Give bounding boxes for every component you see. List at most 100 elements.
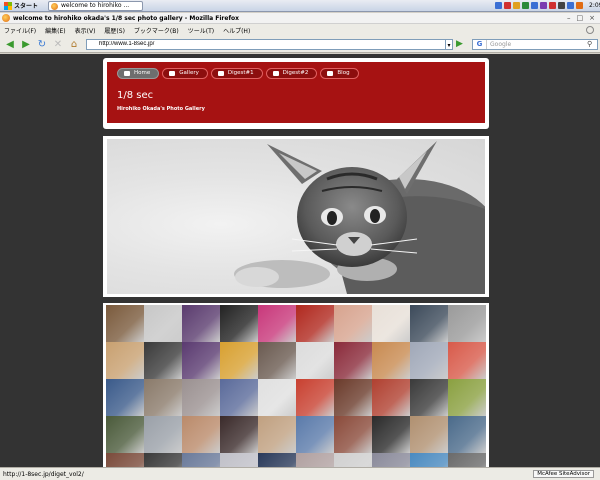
site-tab-home[interactable]: Home bbox=[117, 68, 160, 79]
reload-button[interactable]: ↻ bbox=[34, 37, 50, 51]
url-input[interactable] bbox=[86, 38, 446, 50]
photo-thumbnail[interactable] bbox=[448, 379, 486, 416]
tray-update-icon[interactable] bbox=[513, 2, 520, 9]
start-button[interactable]: スタート bbox=[0, 0, 42, 11]
firefox-icon bbox=[51, 2, 59, 10]
menu-bar: ファイル(F) 編集(E) 表示(V) 履歴(S) ブックマーク(B) ツール(… bbox=[0, 24, 600, 36]
tray-media-icon[interactable] bbox=[540, 2, 547, 9]
site-nav: Home Gallery Digest#1 Digest#2 Blog bbox=[117, 68, 359, 79]
photo-thumbnail[interactable] bbox=[220, 342, 258, 379]
taskbar-firefox-item[interactable]: welcome to hirohiko ... bbox=[48, 0, 144, 11]
photo-thumbnail[interactable] bbox=[410, 453, 448, 467]
photo-thumbnail[interactable] bbox=[106, 305, 144, 342]
hero-kitten-photo[interactable] bbox=[107, 139, 485, 294]
photo-thumbnail[interactable] bbox=[106, 379, 144, 416]
photo-thumbnail[interactable] bbox=[372, 416, 410, 453]
back-button[interactable]: ◀ bbox=[2, 37, 18, 51]
minimize-icon[interactable]: – bbox=[567, 14, 571, 22]
tray-misc-icon[interactable] bbox=[576, 2, 583, 9]
photo-thumbnail[interactable] bbox=[410, 379, 448, 416]
photo-thumbnail[interactable] bbox=[372, 453, 410, 467]
photo-thumbnail[interactable] bbox=[372, 379, 410, 416]
photo-thumbnail[interactable] bbox=[106, 342, 144, 379]
photo-thumbnail[interactable] bbox=[372, 342, 410, 379]
maximize-icon[interactable]: □ bbox=[577, 14, 584, 22]
mcafee-siteadvisor-button[interactable]: McAfee SiteAdvisor bbox=[533, 470, 594, 478]
forward-button[interactable]: ▶ bbox=[18, 37, 34, 51]
menu-view[interactable]: 表示(V) bbox=[75, 26, 96, 35]
site-tab-label: Digest#1 bbox=[227, 70, 254, 76]
menu-help[interactable]: ヘルプ(H) bbox=[223, 26, 250, 35]
tray-network-icon[interactable] bbox=[495, 2, 502, 9]
photo-thumbnail[interactable] bbox=[220, 453, 258, 467]
close-icon[interactable]: × bbox=[589, 14, 595, 22]
photo-thumbnail[interactable] bbox=[182, 342, 220, 379]
photo-thumbnail[interactable] bbox=[448, 416, 486, 453]
menu-bookmarks[interactable]: ブックマーク(B) bbox=[134, 26, 179, 35]
menu-edit[interactable]: 編集(E) bbox=[45, 26, 65, 35]
photo-grid-card bbox=[103, 303, 489, 467]
photo-thumbnail[interactable] bbox=[258, 453, 296, 467]
tray-shield-icon[interactable] bbox=[549, 2, 556, 9]
search-icon[interactable]: ⚲ bbox=[587, 40, 597, 48]
photo-thumbnail[interactable] bbox=[144, 305, 182, 342]
photo-thumbnail[interactable] bbox=[182, 305, 220, 342]
window-titlebar: welcome to hirohiko okada's 1/8 sec phot… bbox=[0, 13, 600, 24]
home-button[interactable]: ⌂ bbox=[66, 37, 82, 51]
tray-ime-icon[interactable] bbox=[567, 2, 574, 9]
photo-thumbnail[interactable] bbox=[334, 416, 372, 453]
photo-thumbnail[interactable] bbox=[334, 453, 372, 467]
stop-button[interactable]: ✕ bbox=[50, 37, 66, 51]
photo-thumbnail[interactable] bbox=[296, 342, 334, 379]
photo-thumbnail[interactable] bbox=[106, 453, 144, 467]
page-content[interactable]: Home Gallery Digest#1 Digest#2 Blog 1/8 … bbox=[0, 54, 600, 467]
digest-tab-icon bbox=[272, 71, 279, 76]
site-tab-digest-2[interactable]: Digest#2 bbox=[265, 68, 318, 79]
photo-thumbnail[interactable] bbox=[296, 379, 334, 416]
menu-tools[interactable]: ツール(T) bbox=[188, 26, 214, 35]
tray-antivirus-icon[interactable] bbox=[504, 2, 511, 9]
photo-thumbnail[interactable] bbox=[144, 416, 182, 453]
photo-thumbnail[interactable] bbox=[220, 305, 258, 342]
photo-thumbnail[interactable] bbox=[182, 453, 220, 467]
photo-thumbnail[interactable] bbox=[296, 416, 334, 453]
photo-thumbnail[interactable] bbox=[334, 379, 372, 416]
photo-thumbnail[interactable] bbox=[144, 342, 182, 379]
photo-thumbnail[interactable] bbox=[296, 305, 334, 342]
photo-thumbnail[interactable] bbox=[220, 416, 258, 453]
photo-thumbnail[interactable] bbox=[296, 453, 334, 467]
photo-thumbnail[interactable] bbox=[334, 342, 372, 379]
photo-thumbnail[interactable] bbox=[258, 416, 296, 453]
photo-thumbnail[interactable] bbox=[258, 305, 296, 342]
photo-thumbnail[interactable] bbox=[410, 342, 448, 379]
photo-thumbnail[interactable] bbox=[258, 379, 296, 416]
site-tab-digest-1[interactable]: Digest#1 bbox=[210, 68, 263, 79]
search-box[interactable]: G Google ⚲ bbox=[472, 38, 598, 50]
search-engine-icon[interactable]: G bbox=[473, 39, 487, 49]
photo-thumbnail[interactable] bbox=[182, 379, 220, 416]
menu-history[interactable]: 履歴(S) bbox=[104, 26, 125, 35]
site-tab-blog[interactable]: Blog bbox=[320, 68, 359, 79]
search-placeholder[interactable]: Google bbox=[490, 41, 511, 48]
go-button[interactable]: ▶ bbox=[456, 39, 466, 49]
photo-thumbnail[interactable] bbox=[448, 305, 486, 342]
photo-thumbnail[interactable] bbox=[448, 342, 486, 379]
tray-volume-icon[interactable] bbox=[558, 2, 565, 9]
photo-thumbnail[interactable] bbox=[144, 379, 182, 416]
photo-thumbnail[interactable] bbox=[334, 305, 372, 342]
photo-thumbnail[interactable] bbox=[220, 379, 258, 416]
photo-thumbnail[interactable] bbox=[372, 305, 410, 342]
firefox-icon bbox=[2, 14, 10, 22]
site-tab-gallery[interactable]: Gallery bbox=[162, 68, 208, 79]
url-dropdown-icon[interactable]: ▾ bbox=[446, 38, 453, 50]
photo-thumbnail[interactable] bbox=[448, 453, 486, 467]
menu-file[interactable]: ファイル(F) bbox=[4, 26, 36, 35]
tray-app-icon[interactable] bbox=[522, 2, 529, 9]
photo-thumbnail[interactable] bbox=[410, 305, 448, 342]
photo-thumbnail[interactable] bbox=[258, 342, 296, 379]
tray-bluetooth-icon[interactable] bbox=[531, 2, 538, 9]
photo-thumbnail[interactable] bbox=[410, 416, 448, 453]
photo-thumbnail[interactable] bbox=[144, 453, 182, 467]
photo-thumbnail[interactable] bbox=[182, 416, 220, 453]
photo-thumbnail[interactable] bbox=[106, 416, 144, 453]
